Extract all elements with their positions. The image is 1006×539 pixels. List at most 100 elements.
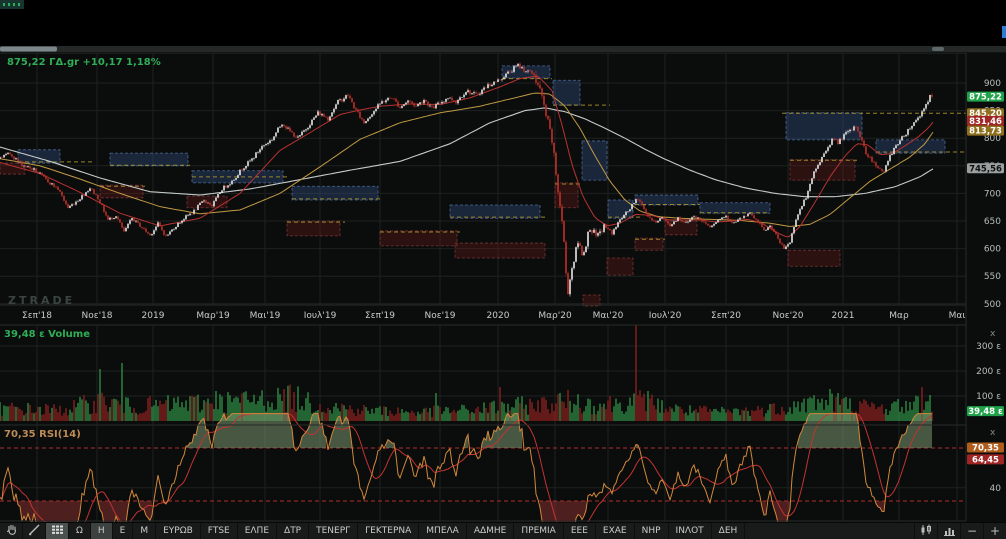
svg-text:70,35: 70,35 <box>972 444 999 454</box>
scrollbar-thumb[interactable] <box>0 46 57 52</box>
table-icon <box>51 523 64 539</box>
ticker-button[interactable]: ΝΗΡ <box>635 523 669 539</box>
ticker-label: ΝΗΡ <box>641 526 661 536</box>
svg-text:100 ε: 100 ε <box>976 392 1001 402</box>
svg-text:Μαι: Μαι <box>949 311 966 321</box>
svg-text:Ιουλ'20: Ιουλ'20 <box>649 311 682 321</box>
ticker-button[interactable]: ΕΧΑΕ <box>596 523 635 539</box>
ticker-label: ΤΕΝΕΡΓ <box>316 526 351 536</box>
svg-text:Μαρ'19: Μαρ'19 <box>196 311 230 321</box>
price-axis[interactable]: 500550600650700750800850900100 ε200 ε300… <box>965 53 1006 522</box>
plus-icon: + <box>989 524 1001 538</box>
chart-area[interactable]: 500550600650700750800850900100 ε200 ε300… <box>0 40 1006 537</box>
ticker-label: FTSE <box>207 526 230 536</box>
ticker-button[interactable]: ΤΕΝΕΡΓ <box>309 523 359 539</box>
svg-text:Νοε'18: Νοε'18 <box>81 311 112 321</box>
chart-canvas[interactable]: 500550600650700750800850900100 ε200 ε300… <box>0 40 1006 537</box>
rsi-pane-close[interactable]: x <box>990 428 996 438</box>
svg-text:550: 550 <box>984 272 1001 282</box>
svg-text:875,22: 875,22 <box>969 93 1002 103</box>
svg-text:Σεπ'18: Σεπ'18 <box>22 311 52 321</box>
ticker-label: ΠΡΕΜΙΑ <box>521 526 556 536</box>
svg-text:Σεπ'19: Σεπ'19 <box>365 311 395 321</box>
svg-text:2021: 2021 <box>832 311 855 321</box>
ticker-button[interactable]: ΕΛΠΕ <box>238 523 278 539</box>
ticker-button[interactable]: ΑΔΜΗΕ <box>467 523 515 539</box>
svg-text:900: 900 <box>984 79 1001 89</box>
ticker-button[interactable]: ΕΕΕ <box>564 523 596 539</box>
ticker-label: ΜΠΕΛΑ <box>426 526 459 536</box>
volume-badge: 39,48 ε <box>967 406 1004 417</box>
svg-text:Σεπ'20: Σεπ'20 <box>711 311 741 321</box>
ticker-label: ΕΛΠΕ <box>244 526 270 536</box>
ticker-button[interactable]: ΓΕΚΤΕΡΝΑ <box>358 523 420 539</box>
volume-pane-close[interactable]: x <box>990 329 996 339</box>
horizontal-scrollbar[interactable] <box>0 46 1006 52</box>
ma-slow-badge: 745,56 <box>967 163 1004 174</box>
svg-text:200 ε: 200 ε <box>976 367 1001 377</box>
ticker-label: ΑΔΜΗΕ <box>473 526 507 536</box>
timeframe-button[interactable]: Ε <box>113 523 134 539</box>
ticker-label: ΔΤΡ <box>284 526 302 536</box>
rsi-value-badge: 70,35 <box>967 442 1004 454</box>
svg-text:600: 600 <box>984 245 1001 255</box>
ticker-label: ΔΕΗ <box>718 526 738 536</box>
svg-text:745,56: 745,56 <box>969 164 1002 174</box>
svg-text:Ιουλ'19: Ιουλ'19 <box>304 311 337 321</box>
candles-icon <box>919 524 933 539</box>
ticker-label: ΙΝΛΟΤ <box>675 526 704 536</box>
chart-type-button[interactable] <box>914 523 937 539</box>
tool-grid-button[interactable] <box>46 523 69 539</box>
ticker-button[interactable]: ΠΡΕΜΙΑ <box>514 523 564 539</box>
bars-icon <box>943 524 956 539</box>
rsi-signal-badge: 64,45 <box>967 454 1004 465</box>
svg-text:650: 650 <box>984 217 1001 227</box>
volume-toggle-button[interactable] <box>937 523 960 539</box>
minimized-window[interactable] <box>0 0 24 9</box>
svg-text:64,45: 64,45 <box>972 455 999 465</box>
tool-pan-button[interactable] <box>0 523 23 539</box>
timeframe-label: Ω <box>76 526 83 536</box>
svg-text:Μαι'19: Μαι'19 <box>250 311 281 321</box>
timeframe-label: Η <box>97 526 105 536</box>
ticker-button[interactable]: ΔΕΗ <box>712 523 746 539</box>
minus-icon: − <box>966 524 978 538</box>
svg-text:831,46: 831,46 <box>969 117 1002 127</box>
timeframe-label: Ε <box>119 526 126 536</box>
ticker-button[interactable]: ΕΥΡΩΒ <box>156 523 201 539</box>
svg-text:2019: 2019 <box>142 311 165 321</box>
svg-text:300 ε: 300 ε <box>976 342 1001 352</box>
hand-icon <box>5 523 18 539</box>
tool-draw-button[interactable] <box>23 523 46 539</box>
window-edge-indicator <box>1002 26 1006 38</box>
bottom-toolbar: Ω Η Ε Μ ΕΥΡΩΒ FTSE ΕΛΠΕ ΔΤΡ ΤΕΝΕΡΓ ΓΕΚΤΕΡΝΑ ΜΠΕΛΑ Α… <box>0 522 1006 539</box>
svg-text:40: 40 <box>990 484 1002 494</box>
timeframe-button[interactable]: Η <box>90 523 113 539</box>
timeframe-button[interactable]: Ω <box>69 523 91 539</box>
svg-text:Νοε'19: Νοε'19 <box>424 311 455 321</box>
svg-text:813,73: 813,73 <box>969 127 1002 137</box>
timeframe-button[interactable]: Μ <box>133 523 157 539</box>
svg-text:Μαρ: Μαρ <box>889 311 909 321</box>
svg-text:2020: 2020 <box>487 311 510 321</box>
ticker-button[interactable]: ΜΠΕΛΑ <box>419 523 467 539</box>
ticker-label: ΕΥΡΩΒ <box>163 526 193 536</box>
last-price-badge: 875,22 <box>967 91 1004 103</box>
svg-text:39,48 ε: 39,48 ε <box>968 407 1003 417</box>
timeframe-label: Μ <box>140 526 149 536</box>
ticker-label: ΕΕΕ <box>570 526 588 536</box>
ticker-label: ΕΧΑΕ <box>602 526 627 536</box>
trading-app-window: 500550600650700750800850900100 ε200 ε300… <box>0 0 1006 539</box>
svg-text:700: 700 <box>984 189 1001 199</box>
pencil-icon <box>28 523 41 539</box>
ticker-button[interactable]: ΙΝΛΟΤ <box>669 523 712 539</box>
top-strip <box>0 0 1006 40</box>
svg-text:Μαρ'20: Μαρ'20 <box>538 311 572 321</box>
ticker-button[interactable]: ΔΤΡ <box>277 523 310 539</box>
zoom-in-button[interactable]: + <box>983 523 1006 539</box>
ma-medium-badge: 813,73 <box>967 125 1004 137</box>
zoom-out-button[interactable]: − <box>960 523 983 539</box>
ticker-button[interactable]: FTSE <box>201 523 238 539</box>
svg-text:Νοε'20: Νοε'20 <box>772 311 803 321</box>
svg-text:500: 500 <box>984 300 1001 310</box>
